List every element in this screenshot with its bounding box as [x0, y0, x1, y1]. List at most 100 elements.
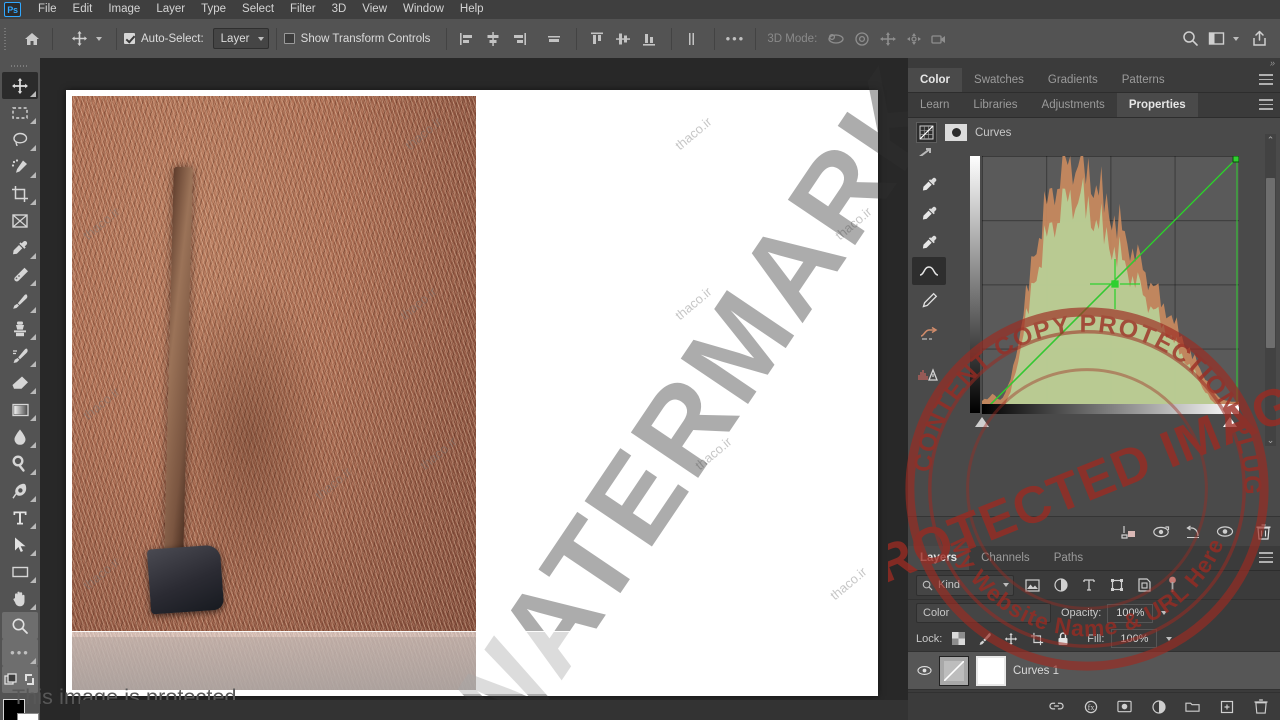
- histogram-options-icon[interactable]: [912, 360, 946, 388]
- layer-row-curves-1[interactable]: Curves 1: [908, 652, 1280, 690]
- delete-adjustment-icon[interactable]: [1254, 523, 1272, 541]
- curves-preset-icon[interactable]: [916, 122, 937, 143]
- hay-bale-with-axe-photo[interactable]: [72, 96, 476, 690]
- lasso-tool[interactable]: [2, 126, 38, 153]
- distribute-vertical-icon[interactable]: [679, 26, 705, 52]
- tab-layers[interactable]: Layers: [908, 546, 970, 570]
- tab-patterns[interactable]: Patterns: [1109, 68, 1177, 92]
- layer-mask-thumbnail[interactable]: [976, 655, 1006, 686]
- tab-learn[interactable]: Learn: [908, 93, 962, 117]
- menu-item-type[interactable]: Type: [193, 0, 234, 19]
- move-tool-icon[interactable]: [66, 26, 92, 52]
- eye-icon[interactable]: [916, 665, 932, 676]
- white-point-slider[interactable]: [1223, 417, 1237, 427]
- filter-pixel-layers-icon[interactable]: [1023, 576, 1042, 595]
- lock-image-pixels-icon[interactable]: [975, 629, 994, 648]
- layer-thumbnail[interactable]: [939, 655, 969, 686]
- tab-libraries[interactable]: Libraries: [961, 93, 1030, 117]
- menu-item-image[interactable]: Image: [100, 0, 148, 19]
- search-icon[interactable]: [1177, 26, 1203, 52]
- curves-preset-strip[interactable]: [916, 144, 976, 156]
- roll-3d-icon[interactable]: [849, 26, 875, 52]
- camera-3d-icon[interactable]: [927, 26, 953, 52]
- lock-position-icon[interactable]: [1001, 629, 1020, 648]
- layer-filter-kind-select[interactable]: Kind: [916, 574, 1014, 596]
- share-icon[interactable]: [1246, 26, 1272, 52]
- curve-lines[interactable]: [982, 156, 1239, 413]
- pan-3d-icon[interactable]: [875, 26, 901, 52]
- sample-white-point-eyedropper-icon[interactable]: [912, 228, 946, 256]
- scrollbar-thumb[interactable]: [1266, 178, 1275, 348]
- new-adjustment-layer-icon[interactable]: [1149, 697, 1168, 716]
- black-point-slider[interactable]: [975, 417, 989, 427]
- blend-mode-select[interactable]: Color: [916, 603, 1051, 623]
- toolbar-grip[interactable]: [0, 60, 40, 72]
- tab-swatches[interactable]: Swatches: [962, 68, 1036, 92]
- fill-input[interactable]: 100%: [1111, 629, 1158, 648]
- dodge-tool[interactable]: [2, 450, 38, 477]
- layer-style-icon[interactable]: fx: [1081, 697, 1100, 716]
- align-horizontal-centers-icon[interactable]: [480, 26, 506, 52]
- menu-item-select[interactable]: Select: [234, 0, 282, 19]
- lock-artboard-nesting-icon[interactable]: [1027, 629, 1046, 648]
- workspace-icon[interactable]: [1203, 26, 1229, 52]
- brush-tool[interactable]: [2, 288, 38, 315]
- move-tool[interactable]: [2, 72, 38, 99]
- smooth-curve-icon[interactable]: [912, 320, 946, 348]
- filter-smart-objects-icon[interactable]: [1135, 576, 1154, 595]
- align-bottom-edges-icon[interactable]: [636, 26, 662, 52]
- background-color-swatch[interactable]: [17, 713, 39, 720]
- curves-graph[interactable]: [970, 138, 1242, 427]
- tab-properties[interactable]: Properties: [1116, 93, 1198, 117]
- menu-item-filter[interactable]: Filter: [282, 0, 324, 19]
- tab-paths[interactable]: Paths: [1041, 546, 1096, 570]
- current-tool-button[interactable]: [60, 26, 109, 52]
- sample-black-point-eyedropper-icon[interactable]: [912, 199, 946, 227]
- link-layers-icon[interactable]: [1047, 697, 1066, 716]
- filter-shape-layers-icon[interactable]: [1107, 576, 1126, 595]
- filter-adjustment-layers-icon[interactable]: [1051, 576, 1070, 595]
- delete-layer-icon[interactable]: [1251, 697, 1270, 716]
- menu-item-window[interactable]: Window: [395, 0, 452, 19]
- show-transform-controls-checkbox[interactable]: [283, 33, 295, 44]
- document-artboard[interactable]: thaco.ir thaco.ir thaco.ir thaco.ir thac…: [66, 44, 1280, 720]
- tab-channels[interactable]: Channels: [969, 546, 1042, 570]
- frame-tool[interactable]: [2, 207, 38, 234]
- menu-item-layer[interactable]: Layer: [148, 0, 193, 19]
- new-layer-icon[interactable]: [1217, 697, 1236, 716]
- menu-item-edit[interactable]: Edit: [65, 0, 101, 19]
- align-right-edges-icon[interactable]: [506, 26, 532, 52]
- scroll-up-arrow-icon[interactable]: ⌃: [1265, 134, 1276, 146]
- lock-transparent-pixels-icon[interactable]: [949, 629, 968, 648]
- curves-grid[interactable]: [982, 156, 1239, 413]
- home-icon[interactable]: [19, 26, 45, 52]
- reset-adjustment-icon[interactable]: [1184, 523, 1202, 541]
- properties-scrollbar[interactable]: ⌃ ⌄: [1265, 134, 1276, 446]
- opacity-input[interactable]: 100%: [1107, 603, 1154, 623]
- auto-select-checkbox[interactable]: [124, 33, 135, 44]
- add-layer-mask-icon[interactable]: [1115, 697, 1134, 716]
- clone-stamp-tool[interactable]: [2, 315, 38, 342]
- panel-menu-icon[interactable]: [1259, 74, 1273, 88]
- sample-gray-point-eyedropper-icon[interactable]: [912, 170, 946, 198]
- options-bar-grip[interactable]: [0, 19, 9, 58]
- panel-collapse-handle[interactable]: »: [908, 58, 1280, 68]
- align-top-edges-icon[interactable]: [584, 26, 610, 52]
- menu-item-3d[interactable]: 3D: [324, 0, 355, 19]
- align-vertical-centers-icon[interactable]: [610, 26, 636, 52]
- slide-3d-icon[interactable]: [901, 26, 927, 52]
- more-options-button[interactable]: •••: [722, 26, 748, 52]
- zoom-tool[interactable]: [2, 612, 38, 639]
- distribute-horizontal-icon[interactable]: [541, 26, 567, 52]
- menu-item-help[interactable]: Help: [452, 0, 492, 19]
- align-left-edges-icon[interactable]: [454, 26, 480, 52]
- eyedropper-tool[interactable]: [2, 234, 38, 261]
- auto-select-scope-select[interactable]: Layer: [212, 28, 269, 49]
- chevron-down-icon[interactable]: [1161, 611, 1168, 615]
- clip-to-layer-icon[interactable]: [1120, 523, 1138, 541]
- spot-healing-brush-tool[interactable]: [2, 261, 38, 288]
- quick-selection-tool[interactable]: [2, 153, 38, 180]
- crop-tool[interactable]: [2, 180, 38, 207]
- blur-tool[interactable]: [2, 423, 38, 450]
- toggle-layer-visibility-icon[interactable]: [1216, 523, 1234, 541]
